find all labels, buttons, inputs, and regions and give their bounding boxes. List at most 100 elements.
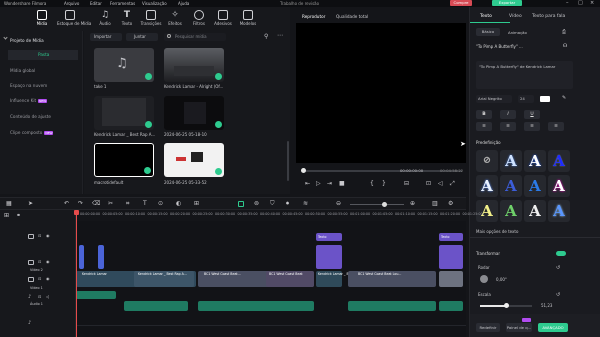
snapshot-icon[interactable]: ⊡: [426, 180, 431, 187]
menu-tools[interactable]: Ferramentas: [110, 1, 135, 6]
scale-value[interactable]: 51,23: [541, 303, 552, 308]
sidebar-item-project-media[interactable]: Projeto de Mídia: [8, 36, 78, 46]
layout-icon[interactable]: ▦: [6, 200, 12, 207]
subtab-animation[interactable]: Animação: [508, 30, 527, 35]
scale-slider-handle[interactable]: [504, 303, 510, 308]
next-frame-icon[interactable]: ⇥: [327, 180, 332, 187]
minimize-icon[interactable]: –: [566, 0, 569, 6]
audio-clip[interactable]: [124, 301, 188, 311]
title-clip[interactable]: [439, 245, 463, 269]
add-track-icon[interactable]: ⊞: [4, 212, 9, 219]
lock-icon[interactable]: ⊡: [38, 233, 41, 238]
bold-button[interactable]: B: [476, 110, 492, 119]
align-center-button[interactable]: ≡: [500, 122, 516, 131]
sort-button[interactable]: Juntar: [126, 33, 158, 41]
media-thumb-best-rap[interactable]: [94, 96, 154, 130]
audio-clip[interactable]: [76, 291, 116, 299]
sidebar-item-compound-clip[interactable]: Clipe composto NEW: [8, 128, 78, 138]
font-select[interactable]: Arial Negrito: [476, 95, 512, 103]
close-icon[interactable]: ×: [590, 0, 594, 6]
title-clip[interactable]: [316, 245, 342, 269]
select-tool-icon[interactable]: ➤: [28, 200, 33, 207]
lock-icon[interactable]: ⊡: [38, 276, 41, 281]
audio-mix-icon[interactable]: ≋: [303, 200, 308, 207]
preset-navy[interactable]: A: [548, 150, 570, 172]
title-clip[interactable]: Texto: [439, 233, 463, 241]
media-thumb-macrotidefault[interactable]: [94, 143, 154, 177]
timeline-playhead[interactable]: [76, 210, 77, 337]
font-size-select[interactable]: 24: [518, 95, 534, 103]
marker-icon[interactable]: ⊚: [254, 200, 259, 207]
audio-clip[interactable]: [439, 301, 463, 311]
zoom-out-icon[interactable]: ⊖: [336, 200, 341, 207]
mic-icon[interactable]: ⏺: [286, 200, 289, 208]
prev-frame-icon[interactable]: ⇤: [305, 180, 310, 187]
subtab-basic[interactable]: Básico: [476, 28, 500, 36]
visibility-icon[interactable]: ◉: [46, 233, 50, 238]
playback-progress[interactable]: [302, 170, 462, 172]
delete-icon[interactable]: ⌫: [92, 200, 100, 207]
tool-text[interactable]: T Texto: [118, 10, 136, 30]
play-icon[interactable]: ▷: [316, 180, 321, 187]
media-thumb-recording-2[interactable]: [164, 143, 224, 177]
fit-icon[interactable]: ⊟: [404, 180, 409, 187]
import-button[interactable]: Importar: [90, 33, 122, 41]
tool-effects[interactable]: ✧ Efeitos: [166, 10, 184, 30]
video-clip-kendrick-2[interactable]: Kendrick Lamar _ Best...: [316, 271, 357, 287]
transform-section[interactable]: Transformar: [476, 251, 500, 256]
reset-scale-icon[interactable]: ↺: [556, 292, 560, 298]
text-content-field[interactable]: "To Pimp A Butterfly" de Kendrick Lamar: [476, 61, 573, 89]
fullscreen-icon[interactable]: ⤢: [450, 180, 455, 188]
sidebar-item-adjustment[interactable]: Conteúdo de ajuste: [8, 112, 78, 122]
sidebar-item-cloud[interactable]: Espaço na nuvem: [8, 81, 78, 91]
tool-stock-media[interactable]: Estoque de Mídia: [57, 10, 91, 30]
grid-view-icon[interactable]: ▥: [432, 200, 438, 207]
tool-audio[interactable]: ♫ Áudio: [96, 10, 114, 30]
settings-icon[interactable]: ⚙: [448, 200, 453, 207]
more-text-options[interactable]: Mais opções de texto: [476, 229, 518, 234]
preset-white[interactable]: A: [524, 200, 546, 222]
transform-toggle[interactable]: [556, 251, 566, 256]
mark-in-icon[interactable]: {: [370, 180, 374, 187]
tab-video[interactable]: Vídeo: [509, 14, 522, 19]
advanced-button[interactable]: AVANÇADO: [538, 323, 568, 332]
preset-white-blue[interactable]: A: [524, 150, 546, 172]
eyedropper-icon[interactable]: ✎: [562, 95, 566, 101]
preset-yellow[interactable]: A: [476, 200, 498, 222]
tool-media[interactable]: Mídia: [33, 10, 51, 30]
zoom-slider-handle[interactable]: [382, 202, 387, 207]
timeline-ruler[interactable]: 00:00:00:00 00:00:05:00 00:00:10:00 00:00:1…: [76, 210, 483, 221]
tts-icon[interactable]: ☊: [563, 43, 567, 49]
volume-icon[interactable]: ◁: [438, 180, 443, 187]
maximize-icon[interactable]: □: [578, 0, 583, 6]
export-button[interactable]: Exportar: [492, 0, 522, 6]
menu-help[interactable]: Ajuda: [178, 1, 189, 6]
audio-clip[interactable]: [198, 301, 314, 311]
media-thumb-recording-1[interactable]: [164, 96, 224, 130]
video-clip[interactable]: [98, 245, 104, 269]
title-clip[interactable]: Texto: [316, 233, 342, 241]
visibility-icon[interactable]: ◉: [46, 259, 50, 264]
lock-icon[interactable]: ⊡: [38, 294, 41, 299]
video-clip-west-coast-2[interactable]: BC1 West Coast Beat: [266, 271, 314, 287]
tab-text-to-speech[interactable]: Texto para fala: [532, 14, 565, 19]
preset-blue[interactable]: A: [500, 175, 522, 197]
media-scrollbar[interactable]: [287, 141, 289, 181]
rotate-dial[interactable]: [480, 275, 488, 283]
align-left-button[interactable]: ≡: [476, 122, 492, 131]
preset-pink-glow[interactable]: A: [548, 175, 570, 197]
keyframe-panel-button[interactable]: Painel de q...: [506, 323, 532, 332]
split-icon[interactable]: ✂: [108, 200, 113, 207]
redo-icon[interactable]: ↷: [78, 200, 83, 207]
quality-dropdown[interactable]: Qualidade total: [336, 14, 368, 19]
filter-icon[interactable]: ⚲: [264, 33, 268, 40]
preset-none[interactable]: ⊘: [476, 150, 498, 172]
crop-icon[interactable]: ⌗: [126, 200, 129, 208]
menu-view[interactable]: Visualização: [142, 1, 167, 6]
snap-icon[interactable]: [238, 201, 244, 207]
preset-green[interactable]: A: [500, 200, 522, 222]
adjust-icon[interactable]: ⊞: [194, 200, 199, 207]
save-preset-icon[interactable]: ⎙: [562, 29, 566, 35]
sidebar-item-global-media[interactable]: Mídia global: [8, 66, 78, 76]
preset-glow[interactable]: A: [476, 175, 498, 197]
